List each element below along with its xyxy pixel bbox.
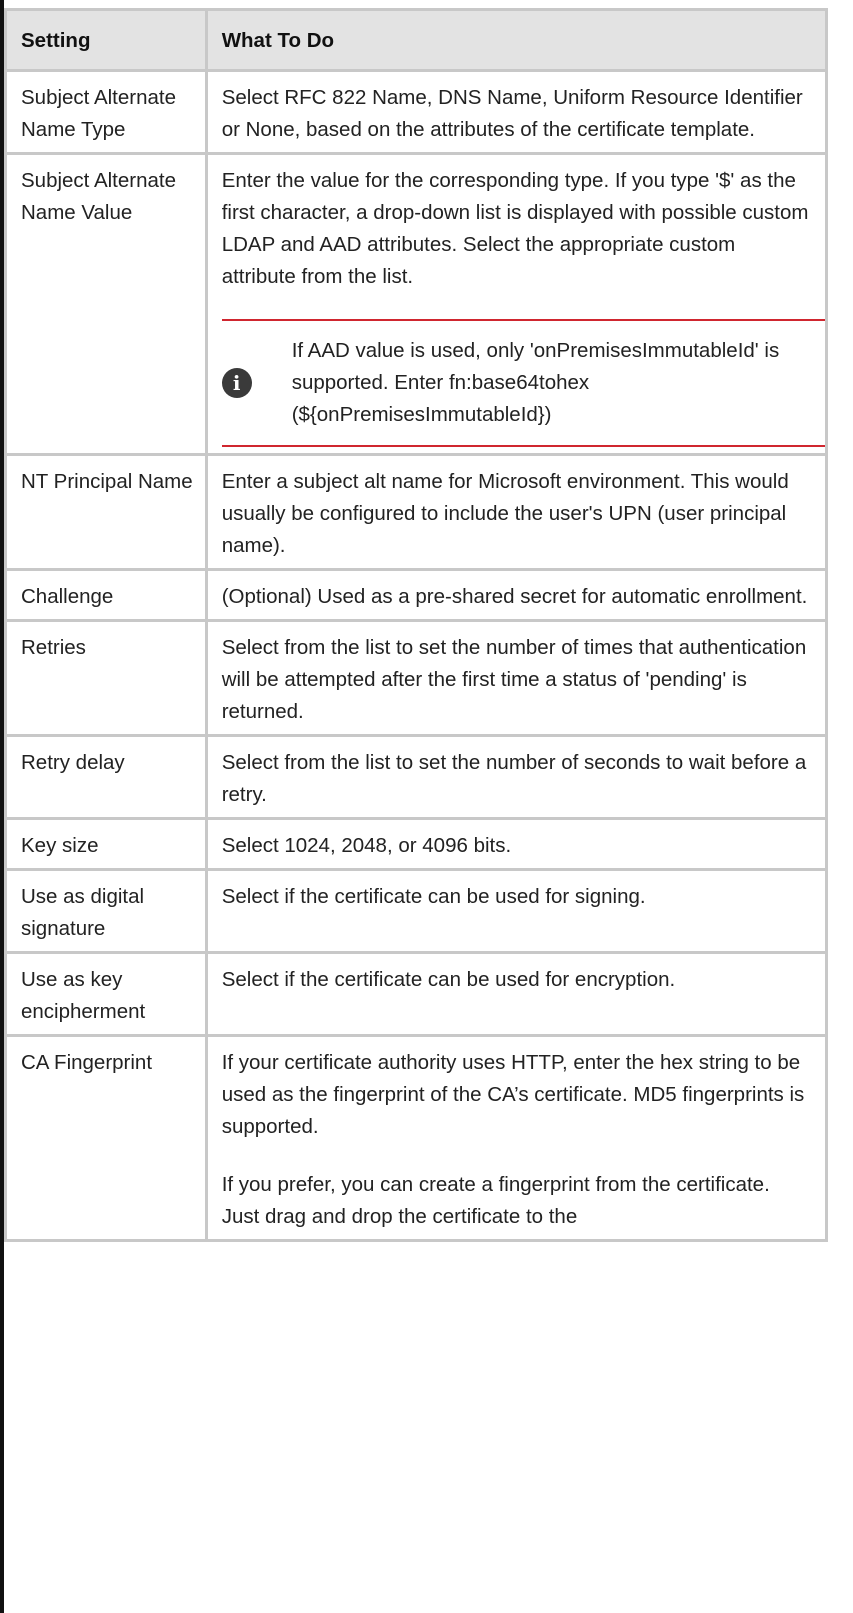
- description-paragraph: Select from the list to set the number o…: [221, 751, 807, 806]
- description-paragraph: Select if the certificate can be used fo…: [221, 885, 646, 908]
- description-paragraph: Select from the list to set the number o…: [221, 636, 807, 723]
- setting-name: Subject Alternate Name Value: [4, 152, 208, 456]
- settings-table: Setting What To Do Subject Alternate Nam…: [4, 8, 829, 1242]
- info-icon: i: [221, 368, 252, 398]
- column-header-what-to-do: What To Do: [204, 8, 829, 72]
- description-paragraph: If you prefer, you can create a fingerpr…: [221, 1173, 770, 1228]
- table-row: Use as digital signature Select if the c…: [4, 868, 829, 954]
- description-paragraph: Select 1024, 2048, or 4096 bits.: [221, 834, 512, 857]
- setting-description: Select if the certificate can be used fo…: [204, 868, 829, 954]
- setting-name: Key size: [4, 817, 208, 871]
- table-header-row: Setting What To Do: [4, 8, 829, 72]
- table-row: Use as key encipherment Select if the ce…: [4, 951, 829, 1037]
- setting-description: Enter a subject alt name for Microsoft e…: [204, 453, 829, 571]
- description-paragraph: Enter the value for the corresponding ty…: [221, 169, 809, 288]
- setting-name: Retry delay: [4, 734, 208, 820]
- setting-description: Select if the certificate can be used fo…: [204, 951, 829, 1037]
- note-text: If AAD value is used, only 'onPremisesIm…: [291, 339, 780, 426]
- setting-description: Enter the value for the corresponding ty…: [204, 152, 829, 456]
- setting-name: NT Principal Name: [4, 453, 208, 571]
- setting-description: If your certificate authority uses HTTP,…: [204, 1034, 829, 1242]
- setting-description: (Optional) Used as a pre-shared secret f…: [204, 568, 829, 622]
- description-paragraph: Enter a subject alt name for Microsoft e…: [221, 470, 789, 557]
- setting-name: Challenge: [4, 568, 208, 622]
- setting-description: Select 1024, 2048, or 4096 bits.: [204, 817, 829, 871]
- setting-name: Use as digital signature: [4, 868, 208, 954]
- table-row: Subject Alternate Name Type Select RFC 8…: [4, 69, 829, 155]
- description-paragraph: If your certificate authority uses HTTP,…: [221, 1051, 805, 1138]
- setting-name: Subject Alternate Name Type: [4, 69, 208, 155]
- note-icon-wrapper: i: [221, 368, 292, 398]
- table-row: NT Principal Name Enter a subject alt na…: [4, 453, 829, 571]
- description-paragraph: (Optional) Used as a pre-shared secret f…: [221, 585, 808, 608]
- column-header-setting: Setting: [4, 8, 208, 72]
- table-row: Key size Select 1024, 2048, or 4096 bits…: [4, 817, 829, 871]
- table-row: Retries Select from the list to set the …: [4, 619, 829, 737]
- info-note: i If AAD value is used, only 'onPremises…: [221, 319, 825, 447]
- table-row: CA Fingerprint If your certificate autho…: [4, 1034, 829, 1242]
- table-row: Challenge (Optional) Used as a pre-share…: [4, 568, 829, 622]
- setting-description: Select from the list to set the number o…: [204, 619, 829, 737]
- setting-name: CA Fingerprint: [4, 1034, 208, 1242]
- description-paragraph: Select RFC 822 Name, DNS Name, Uniform R…: [221, 86, 803, 141]
- setting-name: Retries: [4, 619, 208, 737]
- setting-description: Select RFC 822 Name, DNS Name, Uniform R…: [204, 69, 829, 155]
- table-row: Subject Alternate Name Value Enter the v…: [4, 152, 829, 456]
- description-paragraph: Select if the certificate can be used fo…: [221, 968, 676, 991]
- table-row: Retry delay Select from the list to set …: [4, 734, 829, 820]
- setting-description: Select from the list to set the number o…: [204, 734, 829, 820]
- setting-name: Use as key encipherment: [4, 951, 208, 1037]
